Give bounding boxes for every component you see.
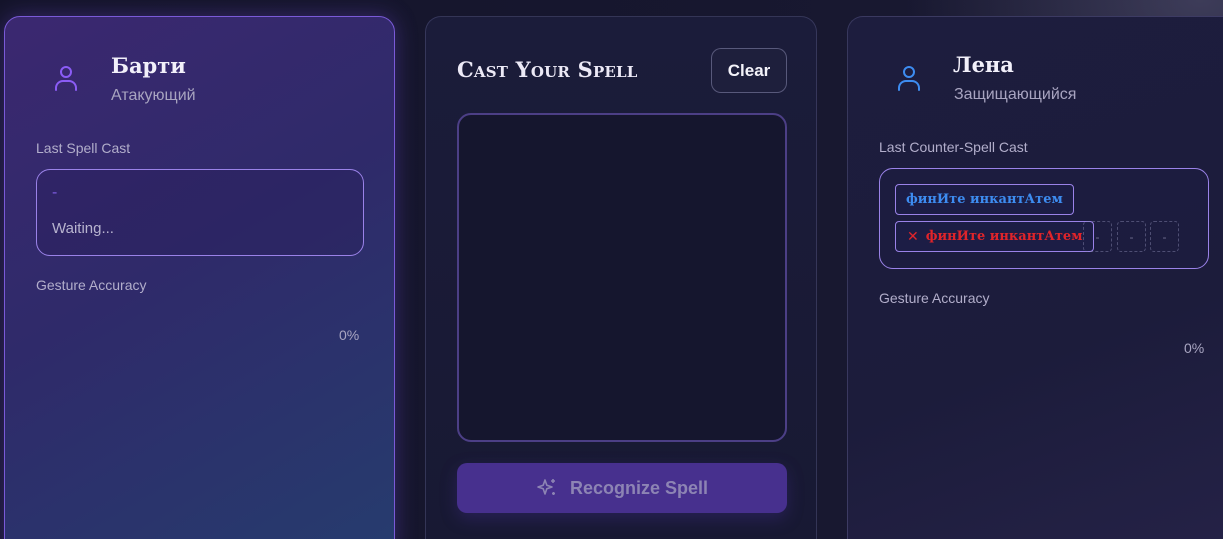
attacker-panel: Барти Атакующий Last Spell Cast - Waitin… [4, 16, 395, 539]
counter-spell-box: финИте инкантАтем ✕ финИте инкантАтем - … [879, 168, 1209, 269]
target-spell-chip: финИте инкантАтем [895, 184, 1074, 215]
defender-panel: Лена Защищающийся Last Counter-Spell Cas… [847, 16, 1223, 539]
player-role: Защищающийся [954, 86, 1077, 103]
gesture-accuracy-label: Gesture Accuracy [879, 290, 990, 306]
gesture-accuracy-value: 0% [1184, 340, 1205, 356]
attempt-chip: ✕ финИте инкантАтем [895, 221, 1094, 252]
empty-slot: - [1083, 221, 1112, 252]
gesture-accuracy-value: 0% [339, 327, 360, 343]
last-spell-status: Waiting... [52, 220, 114, 237]
attempt-text: финИте инкантАтем [925, 229, 1083, 244]
cast-title: Cast Your Spell [457, 57, 638, 82]
last-counter-spell-label: Last Counter-Spell Cast [879, 139, 1028, 155]
player-role: Атакующий [111, 87, 196, 104]
player-name: Барти [111, 53, 186, 78]
recognize-spell-button[interactable]: Recognize Spell [457, 463, 787, 513]
last-spell-value: - [52, 184, 58, 201]
last-spell-box: - Waiting... [36, 169, 364, 256]
drawing-canvas[interactable] [457, 113, 787, 442]
clear-button[interactable]: Clear [711, 48, 787, 93]
empty-slot: - [1117, 221, 1146, 252]
last-spell-label: Last Spell Cast [36, 140, 131, 156]
gesture-accuracy-label: Gesture Accuracy [36, 277, 147, 293]
recognize-spell-label: Recognize Spell [569, 477, 709, 498]
close-icon: ✕ [907, 228, 919, 245]
user-icon [51, 63, 81, 93]
sparkles-icon [536, 477, 558, 499]
player-name: Лена [953, 52, 1014, 77]
user-icon [894, 63, 924, 93]
cast-panel: Cast Your Spell Clear Recognize Spell [425, 16, 817, 539]
empty-slot: - [1150, 221, 1179, 252]
